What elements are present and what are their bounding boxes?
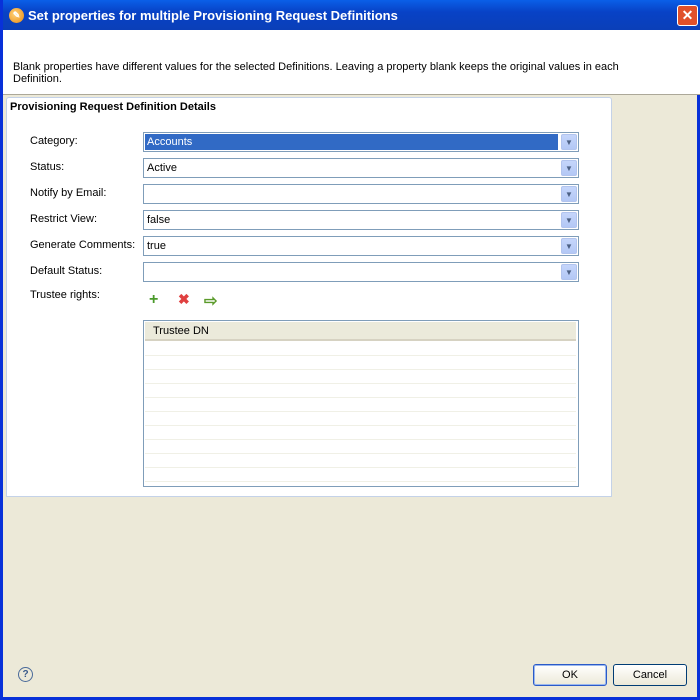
help-icon[interactable]: ? (18, 667, 33, 682)
section-title: Provisioning Request Definition Details (10, 101, 216, 113)
field-combo[interactable]: false ▼ (143, 210, 579, 230)
field-label: Restrict View: (30, 213, 98, 225)
field-combo[interactable]: true ▼ (143, 236, 579, 256)
field-label: Notify by Email: (30, 187, 107, 199)
chevron-down-icon[interactable]: ▼ (561, 160, 577, 176)
combo-value: Accounts (145, 134, 558, 150)
combo-value: true (147, 240, 166, 252)
table-row[interactable] (145, 356, 576, 370)
remove-trustee-button[interactable]: ✖ (178, 291, 190, 308)
combo-value (145, 264, 558, 280)
table-row[interactable] (145, 398, 576, 412)
close-button[interactable]: ✕ (677, 5, 698, 26)
chevron-down-icon[interactable]: ▼ (561, 134, 577, 150)
combo-value (145, 186, 558, 202)
chevron-down-icon[interactable]: ▼ (561, 264, 577, 280)
table-row[interactable] (145, 454, 576, 468)
description: Blank properties have different values f… (13, 61, 619, 85)
trustee-table[interactable]: Trustee DN (143, 320, 579, 487)
dialog-header: Blank properties have different values f… (3, 30, 700, 95)
ok-button[interactable]: OK (533, 664, 607, 686)
chevron-down-icon[interactable]: ▼ (561, 238, 577, 254)
table-row[interactable] (145, 342, 576, 356)
field-label: Status: (30, 161, 65, 173)
table-row[interactable] (145, 384, 576, 398)
field-combo[interactable]: Active ▼ (143, 158, 579, 178)
field-label: Category: (30, 135, 78, 147)
title-bar: ✎ Set properties for multiple Provisioni… (3, 0, 700, 30)
chevron-down-icon[interactable]: ▼ (561, 186, 577, 202)
dialog-window: ✎ Set properties for multiple Provisioni… (0, 0, 700, 700)
combo-value: false (147, 214, 171, 226)
field-label: Default Status: (30, 265, 103, 277)
window-title: Set properties for multiple Provisioning… (28, 8, 398, 23)
table-row[interactable] (145, 468, 576, 482)
app-icon: ✎ (9, 8, 24, 23)
chevron-down-icon[interactable]: ▼ (561, 212, 577, 228)
add-trustee-button[interactable]: + (149, 291, 158, 309)
trustee-label: Trustee rights: (30, 289, 100, 301)
field-label: Generate Comments: (30, 239, 136, 251)
edit-trustee-button[interactable]: ⇨ (204, 291, 217, 311)
table-row[interactable] (145, 412, 576, 426)
field-combo[interactable]: ▼ (143, 262, 579, 282)
field-combo[interactable]: Accounts ▼ (143, 132, 579, 152)
cancel-button[interactable]: Cancel (613, 664, 687, 686)
combo-value: Active (147, 162, 177, 174)
table-row[interactable] (145, 440, 576, 454)
details-section: Provisioning Request Definition Details … (6, 97, 612, 497)
table-row[interactable] (145, 370, 576, 384)
column-header-trustee-dn[interactable]: Trustee DN (145, 322, 576, 341)
field-combo[interactable]: ▼ (143, 184, 579, 204)
table-row[interactable] (145, 426, 576, 440)
